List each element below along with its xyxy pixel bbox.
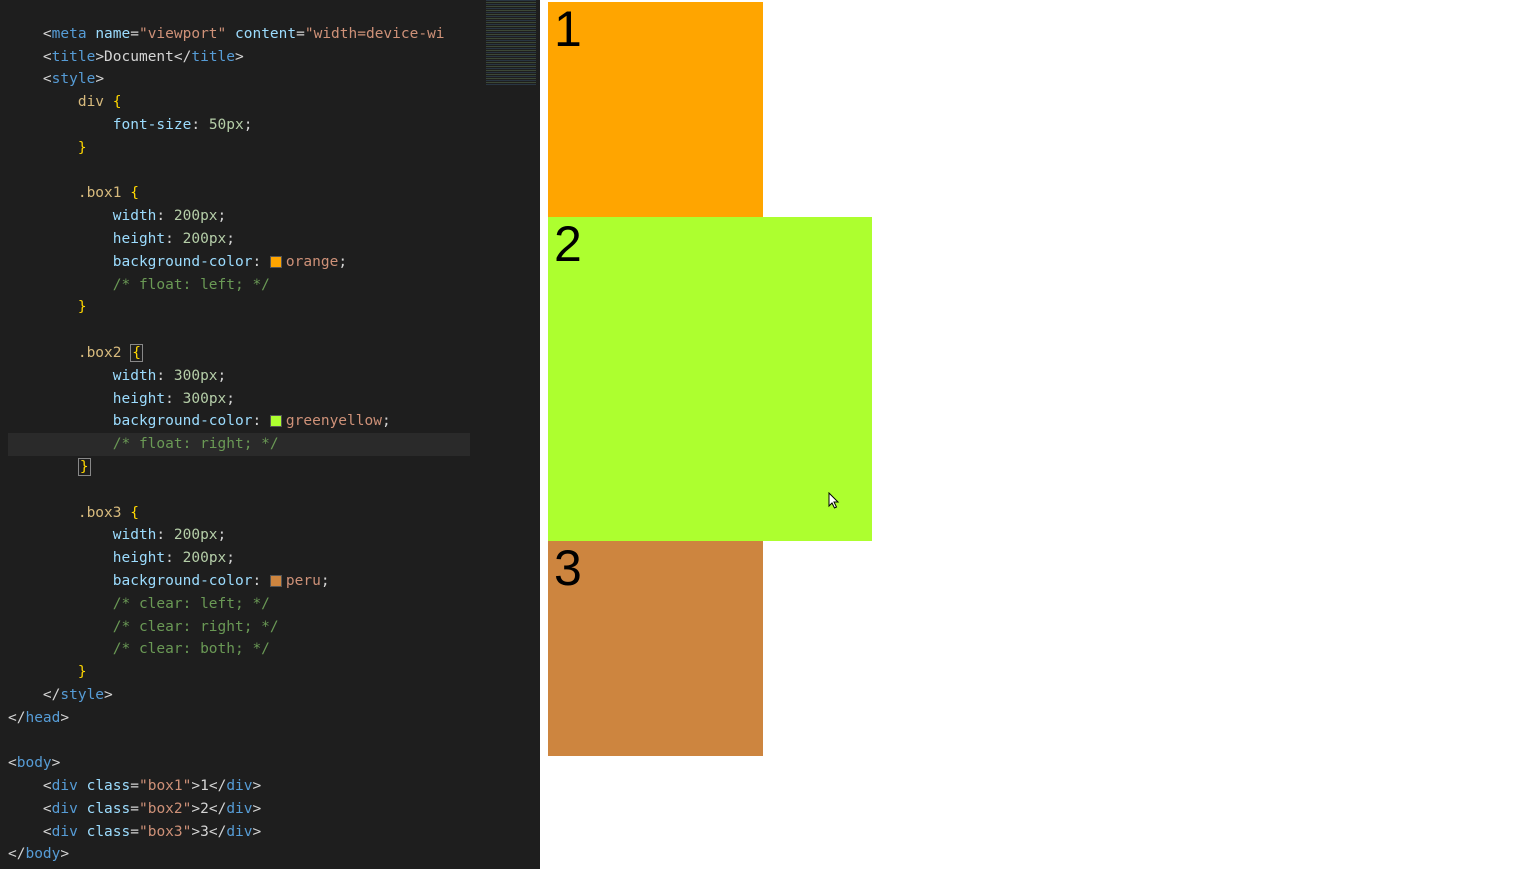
selector-box3: .box3 bbox=[78, 505, 122, 521]
comment-clear-both: /* clear: both; */ bbox=[113, 641, 270, 657]
box3: 3 bbox=[548, 541, 763, 756]
orange-swatch-icon bbox=[270, 256, 282, 268]
code-editor-panel[interactable]: <meta name="viewport" content="width=dev… bbox=[0, 0, 540, 869]
title-tag: title bbox=[52, 49, 96, 65]
comment-float-left: /* float: left; */ bbox=[113, 277, 270, 293]
comment-float-right: /* float: right; */ bbox=[113, 436, 279, 452]
minimap-preview bbox=[486, 0, 536, 85]
code-area[interactable]: <meta name="viewport" content="width=dev… bbox=[0, 0, 480, 869]
greenyellow-swatch-icon bbox=[270, 415, 282, 427]
selector-div: div bbox=[78, 94, 104, 110]
body-open-tag: body bbox=[17, 755, 52, 771]
selector-box1: .box1 bbox=[78, 185, 122, 201]
box1: 1 bbox=[548, 2, 763, 217]
comment-clear-right: /* clear: right; */ bbox=[113, 619, 279, 635]
title-text: Document bbox=[104, 49, 174, 65]
box2: 2 bbox=[548, 217, 872, 541]
peru-swatch-icon bbox=[270, 575, 282, 587]
browser-preview-panel[interactable]: 1 2 3 bbox=[540, 0, 1520, 869]
minimap[interactable] bbox=[480, 0, 540, 869]
comment-clear-left: /* clear: left; */ bbox=[113, 596, 270, 612]
selector-box2: .box2 bbox=[78, 345, 122, 361]
style-open-tag: style bbox=[52, 71, 96, 87]
